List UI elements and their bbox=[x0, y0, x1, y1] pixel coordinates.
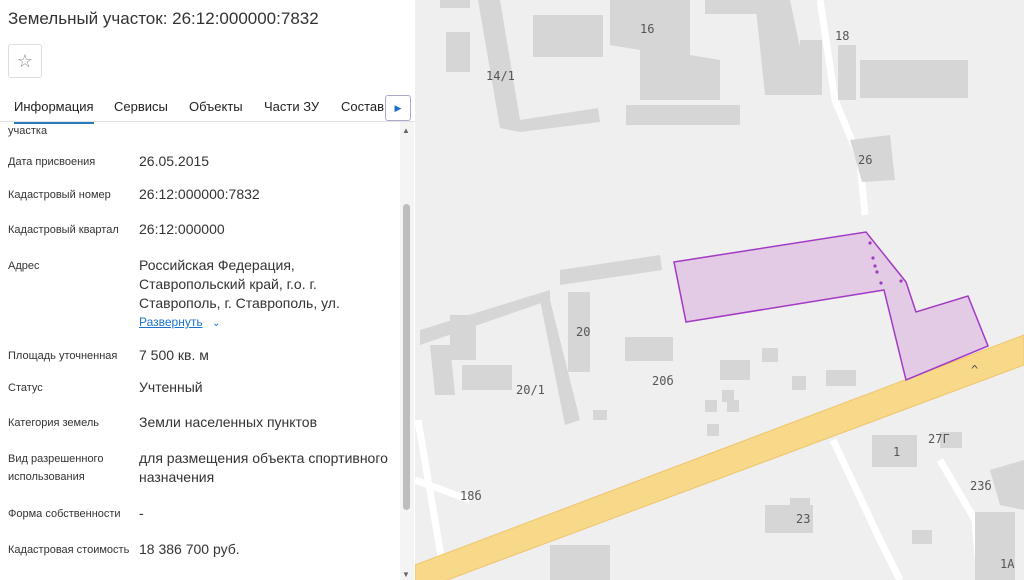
chevron-down-icon: ⌄ bbox=[211, 318, 221, 329]
map-label: 16 bbox=[640, 22, 654, 36]
tab-information[interactable]: Информация bbox=[14, 99, 94, 124]
map-label: 20б bbox=[652, 374, 674, 388]
row-value: 18 386 700 руб. bbox=[139, 541, 240, 557]
selected-parcel[interactable] bbox=[673, 231, 989, 382]
row-value: 26.05.2015 bbox=[139, 153, 210, 169]
tab-bar: Информация Сервисы Объекты Части ЗУ Сост… bbox=[0, 90, 415, 124]
row-label: Вид разрешенного использования bbox=[8, 453, 104, 483]
row-value: 7 500 кв. м bbox=[139, 347, 209, 363]
map-label: 14/1 bbox=[486, 69, 515, 83]
row-value: 26:12:000000 bbox=[139, 221, 225, 237]
tab-services[interactable]: Сервисы bbox=[114, 99, 168, 114]
chevron-right-icon: ▶ bbox=[394, 102, 402, 113]
scroll-down-icon[interactable]: ▼ bbox=[402, 570, 410, 579]
row-label: Кадастровый номер bbox=[8, 189, 111, 201]
row-label: Кадастровый квартал bbox=[8, 224, 119, 236]
map-label: 1А bbox=[1000, 557, 1015, 571]
map-label: 27Г bbox=[928, 432, 950, 446]
partial-label: участка bbox=[8, 125, 48, 137]
map-label: 18б bbox=[460, 489, 482, 503]
row-label: Форма собственности bbox=[8, 508, 121, 520]
row-label: Адрес bbox=[8, 260, 40, 272]
expand-label: Развернуть bbox=[139, 315, 203, 329]
map-label: 20 bbox=[576, 325, 590, 339]
row-label: Площадь уточненная bbox=[8, 350, 118, 362]
info-list: участка Дата присвоения 26.05.2015 Кадас… bbox=[0, 122, 400, 580]
scrollbar[interactable]: ▲ ▼ bbox=[400, 122, 414, 580]
row-label: Дата присвоения bbox=[8, 156, 96, 168]
map-label: 20/1 bbox=[516, 383, 545, 397]
star-outline-icon: ☆ bbox=[16, 50, 34, 71]
map-label: 18 bbox=[835, 29, 849, 43]
row-label: Кадастровая стоимость bbox=[8, 544, 130, 556]
row-value: - bbox=[139, 505, 144, 521]
row-label: Статус bbox=[8, 382, 43, 394]
map-canvas: ^ 16 14/1 18 26 20 20/1 20б 27Г 1 23б 18… bbox=[415, 0, 1024, 580]
page-title: Земельный участок: 26:12:000000:7832 bbox=[8, 9, 319, 28]
row-value: 26:12:000000:7832 bbox=[139, 186, 260, 202]
tab-scroll-right-button[interactable]: ▶ bbox=[385, 95, 411, 121]
info-panel: Земельный участок: 26:12:000000:7832 ☆ И… bbox=[0, 0, 415, 580]
map-view[interactable]: ^ 16 14/1 18 26 20 20/1 20б 27Г 1 23б 18… bbox=[415, 0, 1024, 580]
map-label: 23 bbox=[796, 512, 810, 526]
map-label: 26 bbox=[858, 153, 872, 167]
favorite-button[interactable]: ☆ bbox=[8, 44, 42, 78]
map-label: 1 bbox=[893, 445, 900, 459]
row-value: для размещения объекта спортивного назна… bbox=[139, 450, 388, 485]
tab-objects[interactable]: Объекты bbox=[189, 99, 243, 114]
map-label: 23б bbox=[970, 479, 992, 493]
scroll-up-icon[interactable]: ▲ bbox=[402, 126, 410, 135]
scroll-thumb[interactable] bbox=[403, 204, 410, 510]
tab-parts[interactable]: Части ЗУ bbox=[264, 99, 319, 114]
road-arrow-marker: ^ bbox=[971, 363, 978, 377]
tab-composition[interactable]: Состав bbox=[341, 99, 384, 114]
row-value: Учтенный bbox=[139, 379, 203, 395]
expand-link[interactable]: Развернуть ⌄ bbox=[139, 315, 220, 329]
row-value: Российская Федерация, Ставропольский кра… bbox=[139, 257, 340, 311]
row-label: Категория земель bbox=[8, 417, 99, 429]
row-value: Земли населенных пунктов bbox=[139, 414, 318, 430]
